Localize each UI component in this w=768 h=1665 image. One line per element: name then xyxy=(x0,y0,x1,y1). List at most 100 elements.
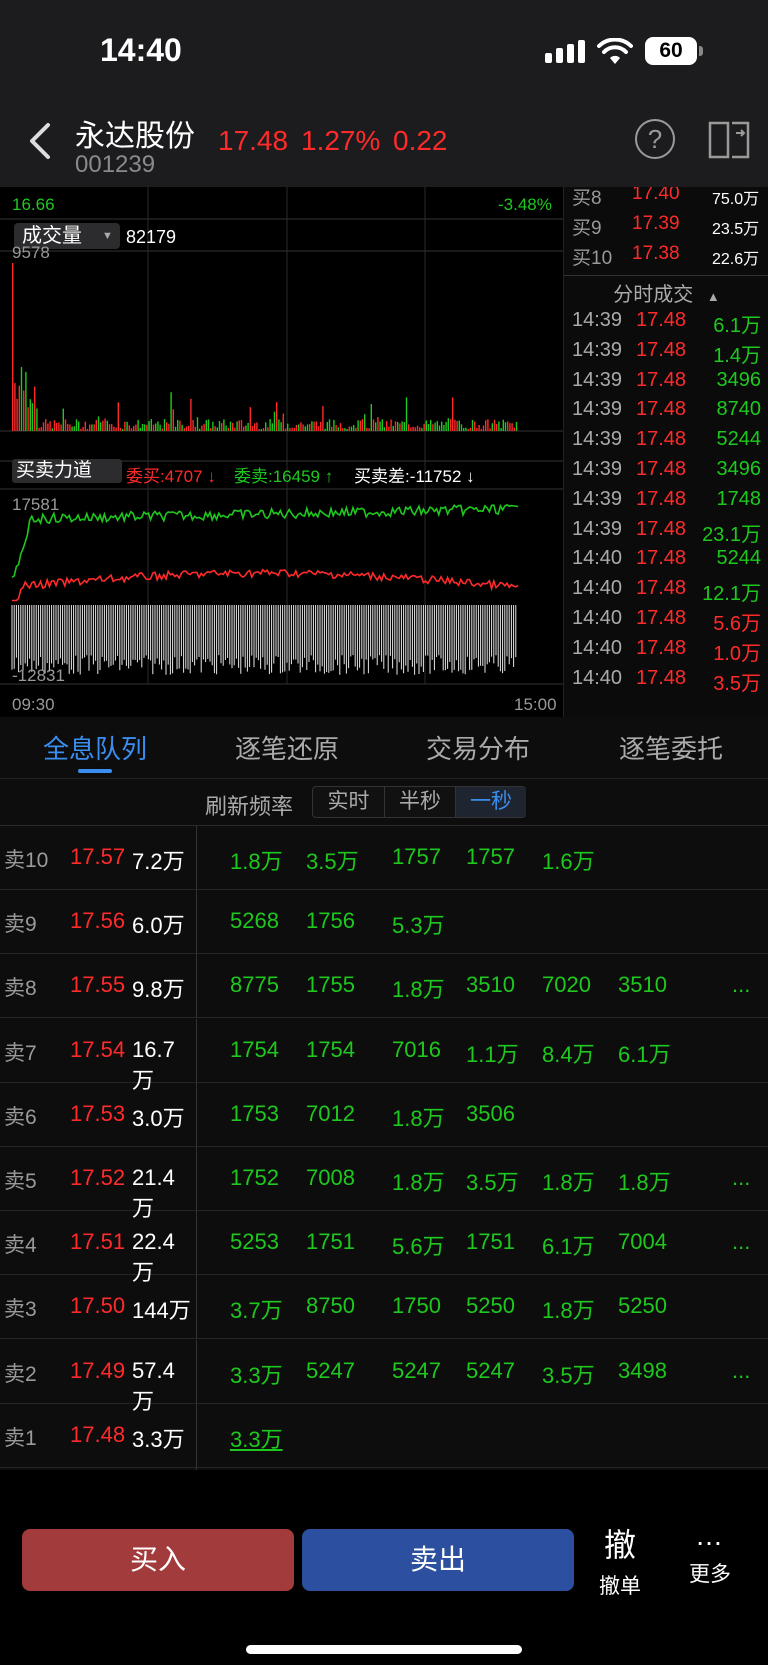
volume-bar xyxy=(496,423,498,431)
tab-full-queue[interactable]: 全息队列 xyxy=(43,729,147,766)
queue-order[interactable]: 1.8万 xyxy=(542,1293,595,1325)
layout-switch-icon[interactable] xyxy=(708,119,750,159)
queue-order[interactable]: 1754 xyxy=(230,1037,279,1063)
queue-order[interactable]: 3506 xyxy=(466,1101,515,1127)
queue-more-indicator[interactable]: ... xyxy=(732,1358,750,1384)
queue-level-label: 卖4 xyxy=(4,1234,37,1258)
queue-order[interactable]: 7016 xyxy=(392,1037,441,1063)
queue-order[interactable]: 7008 xyxy=(306,1165,355,1191)
queue-row[interactable]: 卖10 17.57 7.2万 1.8万 3.5万 1757 1757 1.6万 xyxy=(0,826,768,890)
tick-row: 14:39 17.48 1.4万 xyxy=(564,337,768,369)
queue-order[interactable]: 3.7万 xyxy=(230,1293,283,1325)
home-indicator[interactable] xyxy=(246,1645,522,1654)
queue-order[interactable]: 7020 xyxy=(542,972,591,998)
refresh-option-half-second[interactable]: 半秒 xyxy=(384,787,455,817)
queue-order[interactable]: 1751 xyxy=(466,1229,515,1255)
more-label: 更多 xyxy=(689,1563,731,1586)
volume-bar xyxy=(381,419,383,431)
queue-order[interactable]: 5.6万 xyxy=(392,1229,445,1261)
queue-order[interactable]: 8750 xyxy=(306,1293,355,1319)
queue-order[interactable]: 3.5万 xyxy=(306,844,359,876)
queue-order[interactable]: 8.4万 xyxy=(542,1037,595,1069)
queue-order[interactable]: 3510 xyxy=(466,972,515,998)
queue-order[interactable]: 1750 xyxy=(392,1293,441,1319)
queue-order[interactable]: 1.8万 xyxy=(230,844,283,876)
more-button[interactable]: … 更多 xyxy=(678,1520,742,1600)
stock-code: 001239 xyxy=(75,151,156,178)
queue-order[interactable]: 1.8万 xyxy=(392,1101,445,1133)
queue-order[interactable]: 5253 xyxy=(230,1229,279,1255)
queue-more-indicator[interactable]: ... xyxy=(732,972,750,998)
cancel-order-button[interactable]: 撤 撤单 xyxy=(588,1520,652,1600)
volume-bar xyxy=(500,428,502,431)
queue-order[interactable]: 1757 xyxy=(466,844,515,870)
queue-order[interactable]: 1753 xyxy=(230,1101,279,1127)
queue-order[interactable]: 1.8万 xyxy=(618,1165,671,1197)
buy-button[interactable]: 买入 xyxy=(22,1529,294,1591)
queue-row[interactable]: 卖9 17.56 6.0万 5268 1756 5.3万 xyxy=(0,890,768,955)
queue-row[interactable]: 卖4 17.51 22.4万 5253 1751 5.6万 1751 6.1万 7004... xyxy=(0,1211,768,1285)
queue-more-indicator[interactable]: ... xyxy=(732,1165,750,1191)
volume-bar xyxy=(67,424,69,431)
queue-order[interactable]: 6.1万 xyxy=(618,1037,671,1069)
queue-order[interactable]: 1.1万 xyxy=(466,1037,519,1069)
volume-bar xyxy=(344,428,346,431)
volume-bar xyxy=(201,425,203,431)
queue-order[interactable]: 5247 xyxy=(392,1358,441,1384)
order-book-panel[interactable]: 买8 17.40 75.0万 买9 17.39 23.5万 买10 17.38 22.6万 分时… xyxy=(563,187,768,717)
refresh-option-realtime[interactable]: 实时 xyxy=(313,787,384,817)
queue-order[interactable]: 3.5万 xyxy=(542,1358,595,1390)
queue-order[interactable]: 1752 xyxy=(230,1165,279,1191)
queue-row[interactable]: 卖2 17.49 57.4万 3.3万 5247 5247 5247 3.5万 3498... xyxy=(0,1339,768,1414)
queue-level-volume: 6.0万 xyxy=(132,913,185,939)
queue-order[interactable]: 3498 xyxy=(618,1358,667,1384)
queue-order[interactable]: 7012 xyxy=(306,1101,355,1127)
queue-order[interactable]: 1754 xyxy=(306,1037,355,1063)
queue-order[interactable]: 1756 xyxy=(306,908,355,934)
queue-order[interactable]: 1.8万 xyxy=(542,1165,595,1197)
queue-more-indicator[interactable]: ... xyxy=(732,1229,750,1255)
queue-order[interactable]: 5247 xyxy=(466,1358,515,1384)
refresh-option-one-second[interactable]: 一秒 xyxy=(455,787,526,817)
mm-indicator-select[interactable]: 买卖力道 xyxy=(12,459,122,483)
queue-order[interactable]: 5268 xyxy=(230,908,279,934)
volume-bar xyxy=(20,367,23,431)
queue-order[interactable]: 5.3万 xyxy=(392,908,445,940)
queue-order[interactable]: 1.8万 xyxy=(392,972,445,1004)
intraday-chart[interactable]: 16.66 -3.48% 成交量 ▼ 82179 9578 买卖力道 委买:47… xyxy=(0,187,563,717)
tab-tick-orders[interactable]: 逐笔委托 xyxy=(619,729,723,766)
queue-level-label: 卖10 xyxy=(4,849,49,872)
queue-row[interactable]: 卖8 17.55 9.8万 8775 1755 1.8万 3510 7020 3510... xyxy=(0,954,768,1019)
queue-order[interactable]: 3.3万 xyxy=(230,1358,283,1390)
volume-bar xyxy=(390,419,392,431)
volume-bar xyxy=(124,421,126,431)
queue-order[interactable]: 3510 xyxy=(618,972,667,998)
queue-order[interactable]: 5250 xyxy=(466,1293,515,1319)
tab-trade-distribution[interactable]: 交易分布 xyxy=(426,729,530,766)
sell-button[interactable]: 卖出 xyxy=(302,1529,574,1591)
help-icon[interactable]: ? xyxy=(635,119,675,159)
queue-order[interactable]: 1751 xyxy=(306,1229,355,1255)
queue-level-price: 17.57 xyxy=(70,844,126,869)
volume-bar xyxy=(247,422,249,431)
queue-order[interactable]: 1.8万 xyxy=(392,1165,445,1197)
back-icon[interactable] xyxy=(22,119,62,163)
queue-order[interactable]: 7004 xyxy=(618,1229,667,1255)
queue-order[interactable]: 6.1万 xyxy=(542,1229,595,1261)
queue-order[interactable]: 1757 xyxy=(392,844,441,870)
queue-order[interactable]: 3.5万 xyxy=(466,1165,519,1197)
queue-row[interactable]: 卖3 17.50 144万 3.7万 8750 1750 5250 1.8万 5250 xyxy=(0,1275,768,1340)
ticks-header[interactable]: 分时成交 ▲ xyxy=(564,275,768,306)
queue-order[interactable]: 5250 xyxy=(618,1293,667,1319)
tab-tick-restore[interactable]: 逐笔还原 xyxy=(235,729,339,766)
queue-row[interactable]: 卖7 17.54 16.7万 1754 1754 7016 1.1万 8.4万 6.1万 xyxy=(0,1018,768,1093)
queue-row[interactable]: 卖5 17.52 21.4万 1752 7008 1.8万 3.5万 1.8万 1.8万... xyxy=(0,1147,768,1221)
queue-order[interactable]: 1.6万 xyxy=(542,844,595,876)
queue-order[interactable]: 5247 xyxy=(306,1358,355,1384)
queue-order[interactable]: 1755 xyxy=(306,972,355,998)
queue-order[interactable]: 8775 xyxy=(230,972,279,998)
volume-bar xyxy=(51,428,53,431)
queue-order[interactable]: 3.3万 xyxy=(230,1422,283,1454)
queue-row[interactable]: 卖6 17.53 3.0万 1753 7012 1.8万 3506 xyxy=(0,1082,768,1147)
queue-row[interactable]: 卖1 17.48 3.3万 3.3万 xyxy=(0,1403,768,1468)
